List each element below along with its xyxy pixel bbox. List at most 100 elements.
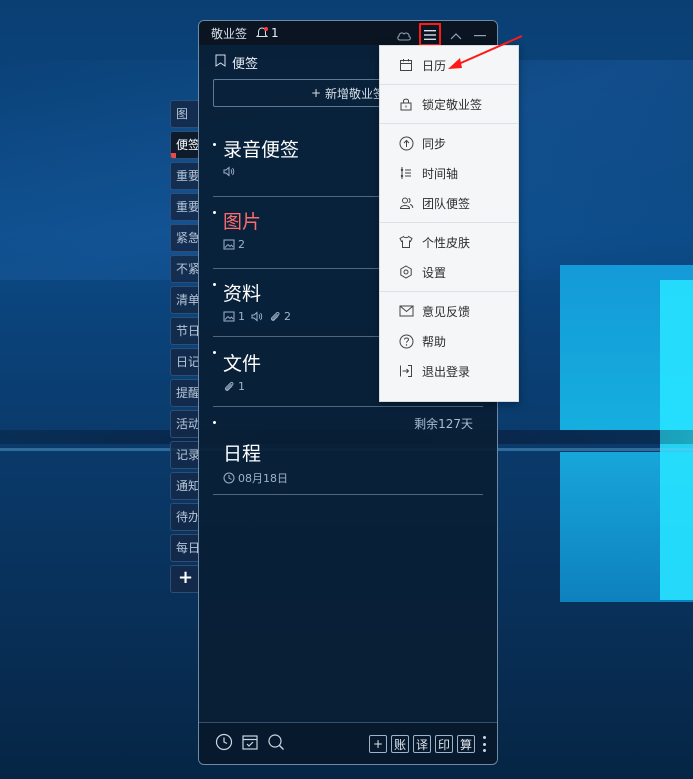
add-category-button[interactable]: + bbox=[170, 565, 200, 593]
tab-label: 活动 bbox=[176, 417, 200, 431]
image-count-value: 1 bbox=[238, 310, 245, 323]
account-tool-button[interactable]: 账 bbox=[391, 735, 409, 753]
annotation-arrow-icon bbox=[448, 35, 523, 69]
tab-category[interactable]: 不紧 bbox=[170, 255, 200, 283]
team-users-icon bbox=[398, 195, 414, 211]
image-icon bbox=[223, 311, 235, 322]
tab-category[interactable]: 重要 bbox=[170, 193, 200, 221]
paperclip-icon bbox=[225, 381, 234, 391]
lock-icon bbox=[398, 96, 414, 112]
upload-circle-icon bbox=[398, 135, 414, 151]
menu-item-label: 意见反馈 bbox=[422, 304, 471, 319]
menu-group: 意见反馈 帮助 退出登录 bbox=[380, 292, 518, 390]
menu-group: 锁定敬业签 bbox=[380, 85, 518, 124]
shirt-icon bbox=[398, 234, 414, 250]
tab-label: 清单 bbox=[176, 293, 200, 307]
app-title: 敬业签 bbox=[211, 26, 248, 41]
tab-category[interactable]: 重要 bbox=[170, 162, 200, 190]
image-icon bbox=[223, 239, 235, 250]
tab-category[interactable]: 记录 bbox=[170, 441, 200, 469]
history-clock-icon[interactable] bbox=[215, 733, 233, 755]
tab-label: 重要 bbox=[176, 169, 200, 183]
tab-category[interactable]: 紧急 bbox=[170, 224, 200, 252]
add-note-button[interactable]: + bbox=[369, 735, 387, 753]
menu-button[interactable] bbox=[419, 23, 441, 46]
settings-hexagon-icon bbox=[398, 264, 414, 280]
menu-item-label: 帮助 bbox=[422, 334, 447, 349]
tab-category[interactable]: 待办 bbox=[170, 503, 200, 531]
main-menu-dropdown: 日历 锁定敬业签 同步 时间轴 团队便签 个性皮肤 设置 意见反馈 帮助 退出登… bbox=[379, 45, 519, 402]
image-count: 2 bbox=[223, 238, 245, 251]
note-title: 日程 bbox=[223, 443, 262, 465]
menu-item-sync[interactable]: 同步 bbox=[380, 128, 518, 158]
cloud-sync-icon[interactable] bbox=[395, 27, 413, 45]
menu-item-logout[interactable]: 退出登录 bbox=[380, 356, 518, 386]
calendar-icon bbox=[398, 57, 414, 73]
more-options-icon[interactable] bbox=[481, 736, 487, 752]
menu-item-label: 团队便签 bbox=[422, 196, 471, 211]
logout-icon bbox=[398, 363, 414, 379]
menu-item-label: 退出登录 bbox=[422, 364, 471, 379]
tab-label: 每日 bbox=[176, 541, 200, 555]
menu-item-settings[interactable]: 设置 bbox=[380, 257, 518, 287]
tab-label: 重要 bbox=[176, 200, 200, 214]
tab-category[interactable]: 日记 bbox=[170, 348, 200, 376]
tab-label: 通知 bbox=[176, 479, 200, 493]
tab-label: 便签 bbox=[176, 138, 200, 152]
paperclip-icon bbox=[271, 311, 280, 321]
menu-group: 同步 时间轴 团队便签 bbox=[380, 124, 518, 223]
tab-label: 待办 bbox=[176, 510, 200, 524]
section-title: 便签 bbox=[232, 56, 259, 72]
tab-category[interactable]: 图 bbox=[170, 100, 200, 128]
audio-icon bbox=[223, 166, 235, 177]
tab-label: 日记 bbox=[176, 355, 200, 369]
menu-item-feedback[interactable]: 意见反馈 bbox=[380, 296, 518, 326]
audio-icon bbox=[251, 311, 263, 322]
clock-icon bbox=[223, 472, 235, 484]
menu-item-lock[interactable]: 锁定敬业签 bbox=[380, 89, 518, 119]
calculator-tool-button[interactable]: 算 bbox=[457, 735, 475, 753]
tab-label: 提醒 bbox=[176, 386, 200, 400]
tab-label: 不紧 bbox=[176, 262, 200, 276]
attachment-count-value: 1 bbox=[238, 380, 245, 393]
category-tabs: 图 便签 重要 重要 紧急 不紧 清单 节日 日记 提醒 活动 记录 通知 待办… bbox=[170, 100, 200, 596]
tab-label: 记录 bbox=[176, 448, 200, 462]
menu-item-help[interactable]: 帮助 bbox=[380, 326, 518, 356]
menu-item-label: 时间轴 bbox=[422, 166, 459, 181]
add-label: + bbox=[178, 567, 194, 588]
remaining-days: 剩余127天 bbox=[414, 417, 473, 431]
timeline-icon bbox=[398, 165, 414, 181]
translate-tool-button[interactable]: 译 bbox=[413, 735, 431, 753]
bell-icon[interactable] bbox=[255, 26, 269, 40]
new-note-label: 新增敬业签 bbox=[325, 86, 386, 101]
schedule-date-value: 08月18日 bbox=[238, 472, 288, 485]
menu-item-timeline[interactable]: 时间轴 bbox=[380, 158, 518, 188]
tab-category-active[interactable]: 便签 bbox=[170, 131, 200, 159]
menu-item-team[interactable]: 团队便签 bbox=[380, 188, 518, 218]
calendar-check-icon[interactable] bbox=[241, 733, 259, 755]
search-icon[interactable] bbox=[267, 733, 285, 755]
schedule-date: 08月18日 bbox=[223, 470, 288, 486]
image-count: 1 bbox=[223, 310, 245, 323]
tab-category[interactable]: 清单 bbox=[170, 286, 200, 314]
bottom-toolbar: + 账 译 印 算 bbox=[199, 722, 497, 764]
tab-category[interactable]: 每日 bbox=[170, 534, 200, 562]
image-count-value: 2 bbox=[238, 238, 245, 251]
tab-label: 图 bbox=[176, 107, 189, 121]
menu-item-label: 锁定敬业签 bbox=[422, 97, 483, 112]
tab-category[interactable]: 活动 bbox=[170, 410, 200, 438]
menu-item-skin[interactable]: 个性皮肤 bbox=[380, 227, 518, 257]
attachment-count-value: 2 bbox=[284, 310, 291, 323]
tab-label: 紧急 bbox=[176, 231, 200, 245]
tab-category[interactable]: 提醒 bbox=[170, 379, 200, 407]
attachment-count: 2 bbox=[269, 310, 291, 323]
menu-item-label: 个性皮肤 bbox=[422, 235, 471, 250]
tab-category[interactable]: 通知 bbox=[170, 472, 200, 500]
menu-item-label: 设置 bbox=[422, 265, 447, 280]
print-tool-button[interactable]: 印 bbox=[435, 735, 453, 753]
tab-label: 节日 bbox=[176, 324, 200, 338]
hamburger-icon bbox=[424, 29, 436, 40]
tab-category[interactable]: 节日 bbox=[170, 317, 200, 345]
help-icon bbox=[398, 333, 414, 349]
notification-count: 1 bbox=[271, 26, 279, 40]
